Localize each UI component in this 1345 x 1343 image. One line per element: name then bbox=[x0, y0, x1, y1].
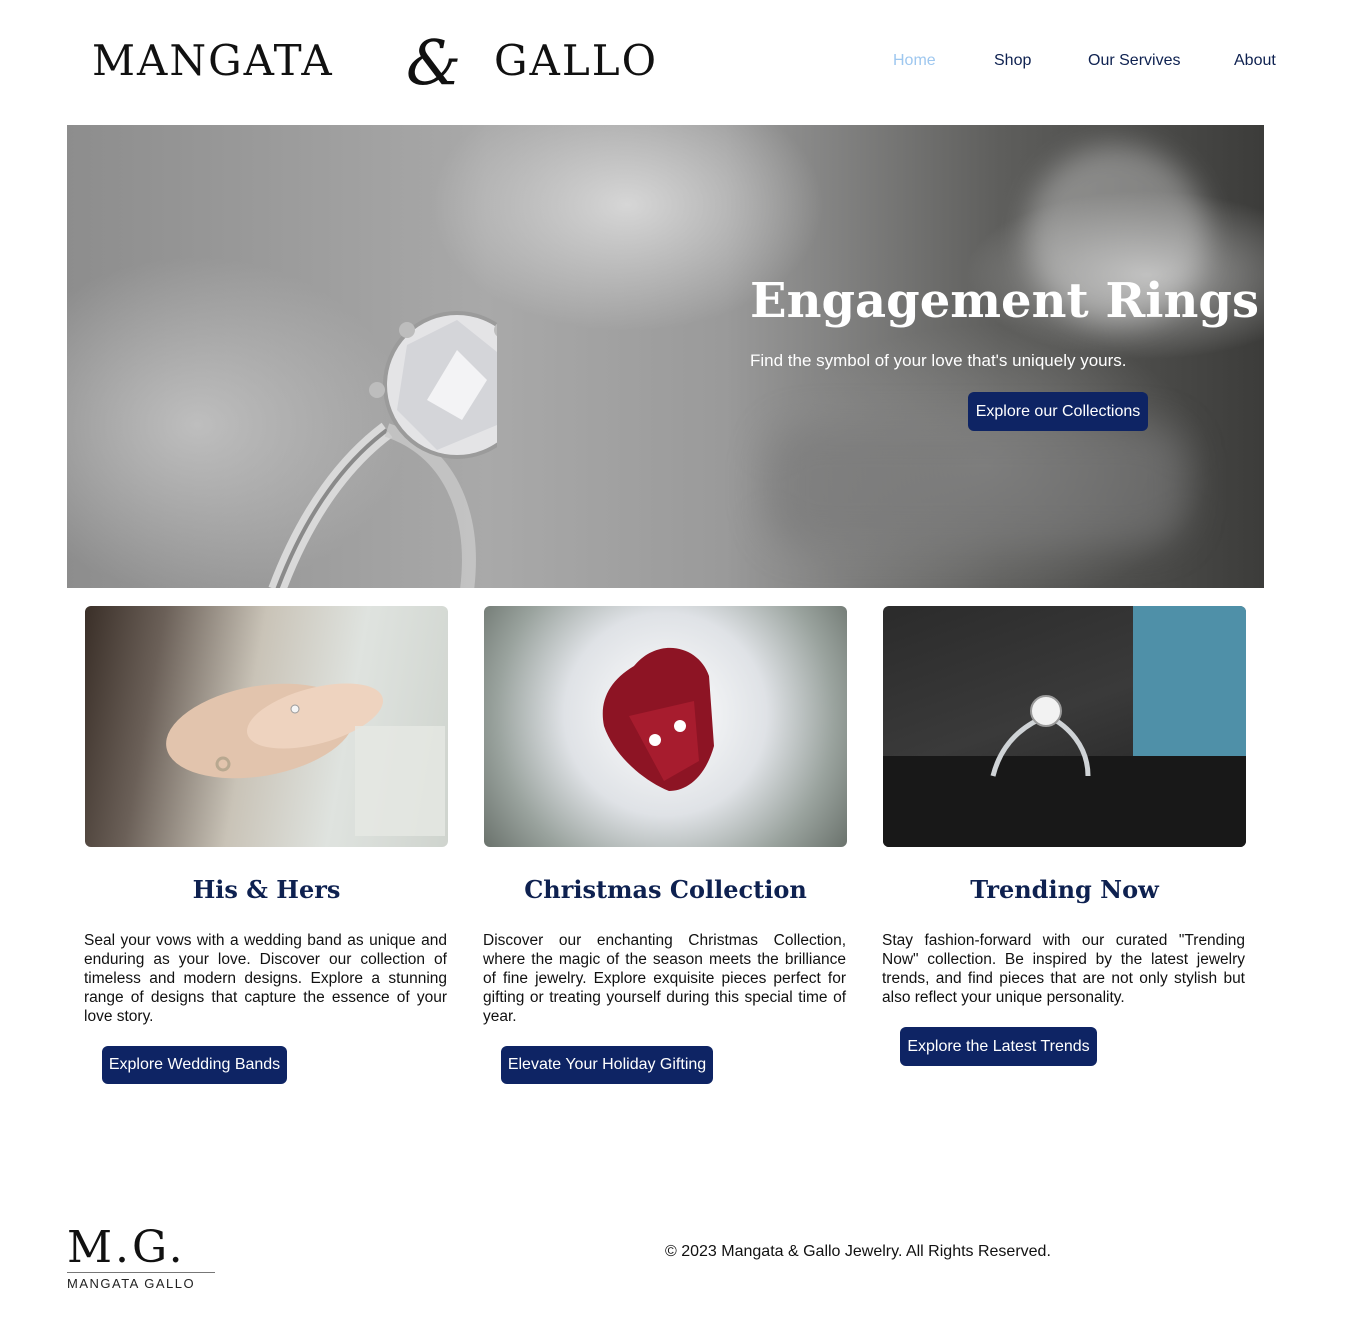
nav-our-services[interactable]: Our Servives bbox=[1088, 52, 1180, 70]
nav-shop[interactable]: Shop bbox=[994, 52, 1031, 70]
his-hers-description: Seal your vows with a wedding band as un… bbox=[84, 932, 447, 1025]
trending-description: Stay fashion-forward with our curated "T… bbox=[882, 932, 1245, 1006]
christmas-description: Discover our enchanting Christmas Collec… bbox=[483, 932, 846, 1025]
nav-about[interactable]: About bbox=[1234, 52, 1276, 70]
footer-logo-mark: M.G. bbox=[67, 1222, 186, 1273]
trending-card-image bbox=[883, 606, 1246, 847]
logo-word-mangata: MANGATA bbox=[92, 36, 334, 85]
footer-logo-divider bbox=[67, 1272, 215, 1273]
logo-ampersand: & bbox=[406, 26, 462, 99]
christmas-card-image bbox=[484, 606, 847, 847]
his-hers-title: His & Hers bbox=[192, 875, 341, 904]
hero-title: Engagement Rings bbox=[750, 273, 1259, 329]
trending-title: Trending Now bbox=[970, 875, 1159, 904]
footer-logo[interactable]: M.G. MANGATA GALLO bbox=[67, 1222, 217, 1294]
copyright-text: © 2023 Mangata & Gallo Jewelry. All Righ… bbox=[665, 1243, 1051, 1260]
logo-word-gallo: GALLO bbox=[494, 36, 659, 85]
hero-bokeh-shadow bbox=[767, 425, 1187, 545]
holiday-gifting-button[interactable]: Elevate Your Holiday Gifting bbox=[501, 1046, 713, 1084]
christmas-title: Christmas Collection bbox=[524, 875, 807, 904]
nav-home[interactable]: Home bbox=[893, 52, 936, 70]
his-hers-card-image bbox=[85, 606, 448, 847]
hero-subtitle: Find the symbol of your love that's uniq… bbox=[750, 351, 1127, 370]
explore-wedding-bands-button[interactable]: Explore Wedding Bands bbox=[102, 1046, 287, 1084]
brand-logo[interactable]: MANGATA & GALLO bbox=[92, 26, 702, 99]
footer-logo-subtitle: MANGATA GALLO bbox=[67, 1276, 196, 1291]
explore-collections-button[interactable]: Explore our Collections bbox=[968, 392, 1148, 431]
hero-ring-image bbox=[268, 311, 497, 588]
latest-trends-button[interactable]: Explore the Latest Trends bbox=[900, 1027, 1097, 1066]
hero-banner: Engagement Rings Find the symbol of your… bbox=[67, 125, 1264, 588]
